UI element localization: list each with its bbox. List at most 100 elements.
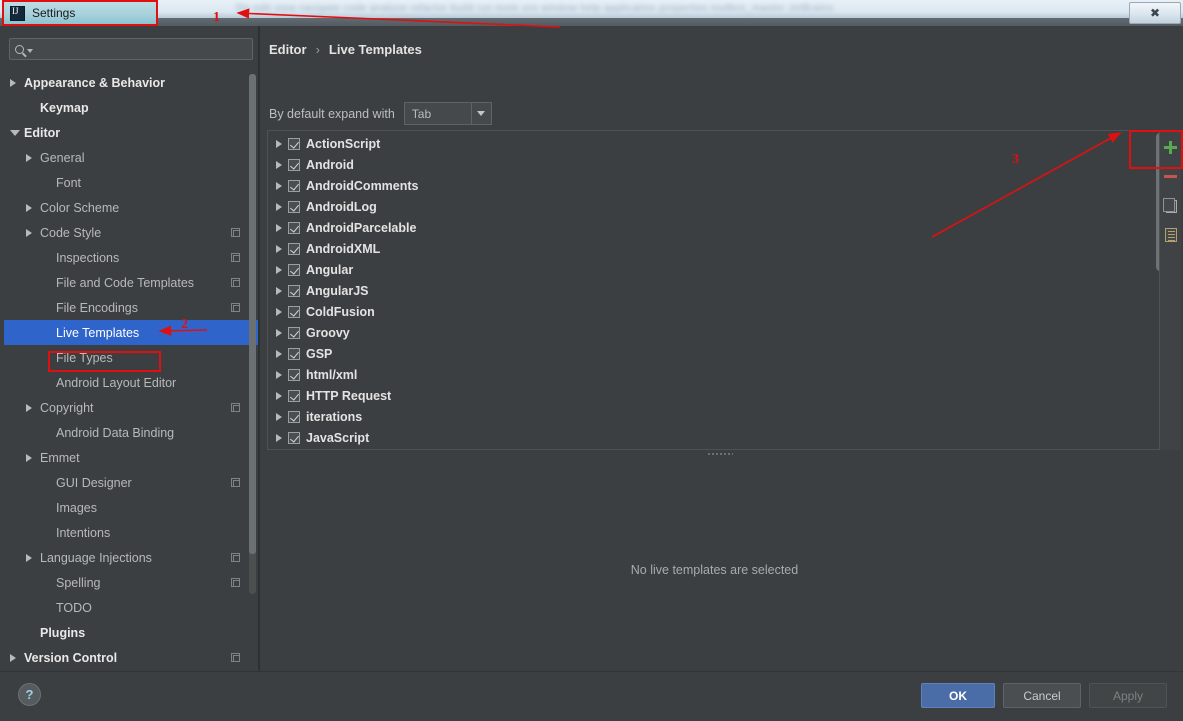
template-checkbox[interactable] bbox=[288, 242, 300, 255]
chevron-right-icon[interactable] bbox=[276, 433, 282, 442]
ok-button[interactable]: OK bbox=[921, 683, 995, 708]
sidebar-item-spelling[interactable]: Spelling bbox=[4, 570, 258, 595]
sidebar-item-version-control[interactable]: Version Control bbox=[4, 645, 258, 670]
chevron-right-icon[interactable] bbox=[276, 265, 282, 274]
sidebar-item-editor[interactable]: Editor bbox=[4, 120, 258, 145]
chevron-right-icon[interactable] bbox=[26, 153, 32, 162]
template-group-row[interactable]: AndroidXML bbox=[268, 238, 1138, 259]
breadcrumb-parent[interactable]: Editor bbox=[269, 42, 307, 57]
remove-icon[interactable] bbox=[1162, 168, 1179, 185]
template-checkbox[interactable] bbox=[288, 158, 300, 171]
chevron-right-icon[interactable] bbox=[26, 228, 32, 237]
chevron-right-icon[interactable] bbox=[276, 244, 282, 253]
project-scope-icon bbox=[231, 303, 240, 312]
template-checkbox[interactable] bbox=[288, 263, 300, 276]
help-icon[interactable]: ? bbox=[18, 683, 41, 706]
sidebar-item-emmet[interactable]: Emmet bbox=[4, 445, 258, 470]
sidebar-item-live-templates[interactable]: Live Templates bbox=[4, 320, 258, 345]
sidebar-item-appearance-behavior[interactable]: Appearance & Behavior bbox=[4, 70, 258, 95]
chevron-right-icon[interactable] bbox=[26, 553, 32, 562]
sidebar-item-label: File and Code Templates bbox=[56, 275, 195, 290]
project-scope-icon bbox=[231, 278, 240, 287]
sidebar-item-font[interactable]: Font bbox=[4, 170, 258, 195]
sidebar-item-inspections[interactable]: Inspections bbox=[4, 245, 258, 270]
breadcrumb-current: Live Templates bbox=[328, 42, 422, 57]
template-checkbox[interactable] bbox=[288, 368, 300, 381]
template-group-row[interactable]: ColdFusion bbox=[268, 301, 1138, 322]
sidebar-item-general[interactable]: General bbox=[4, 145, 258, 170]
chevron-right-icon[interactable] bbox=[276, 391, 282, 400]
template-group-row[interactable]: Android bbox=[268, 154, 1138, 175]
sidebar-item-gui-designer[interactable]: GUI Designer bbox=[4, 470, 258, 495]
sidebar-scrollbar-thumb[interactable] bbox=[249, 74, 256, 554]
chevron-down-icon[interactable] bbox=[10, 129, 20, 136]
template-checkbox[interactable] bbox=[288, 305, 300, 318]
sidebar-item-file-encodings[interactable]: File Encodings bbox=[4, 295, 258, 320]
template-checkbox[interactable] bbox=[288, 179, 300, 192]
search-input[interactable] bbox=[36, 42, 236, 56]
sidebar-item-plugins[interactable]: Plugins bbox=[4, 620, 258, 645]
template-group-row[interactable]: AndroidParcelable bbox=[268, 217, 1138, 238]
template-group-row[interactable]: AndroidLog bbox=[268, 196, 1138, 217]
chevron-right-icon[interactable] bbox=[276, 286, 282, 295]
sidebar-item-intentions[interactable]: Intentions bbox=[4, 520, 258, 545]
template-group-row[interactable]: AngularJS bbox=[268, 280, 1138, 301]
expand-with-dropdown[interactable]: Tab bbox=[403, 102, 492, 125]
sidebar-item-code-style[interactable]: Code Style bbox=[4, 220, 258, 245]
template-group-row[interactable]: JavaScript bbox=[268, 427, 1138, 448]
template-checkbox[interactable] bbox=[288, 221, 300, 234]
sidebar-item-keymap[interactable]: Keymap bbox=[4, 95, 258, 120]
chevron-right-icon[interactable] bbox=[276, 160, 282, 169]
chevron-right-icon[interactable] bbox=[276, 223, 282, 232]
add-icon[interactable] bbox=[1162, 139, 1179, 156]
sidebar-item-language-injections[interactable]: Language Injections bbox=[4, 545, 258, 570]
template-group-row[interactable]: HTTP Request bbox=[268, 385, 1138, 406]
cancel-button[interactable]: Cancel bbox=[1003, 683, 1081, 708]
template-checkbox[interactable] bbox=[288, 389, 300, 402]
chevron-right-icon[interactable] bbox=[26, 203, 32, 212]
chevron-down-icon[interactable] bbox=[470, 103, 491, 124]
window-close-button[interactable]: ✖ bbox=[1129, 2, 1181, 24]
template-checkbox[interactable] bbox=[288, 410, 300, 423]
template-checkbox[interactable] bbox=[288, 431, 300, 444]
template-checkbox[interactable] bbox=[288, 284, 300, 297]
search-field[interactable] bbox=[9, 38, 253, 60]
template-group-row[interactable]: Groovy bbox=[268, 322, 1138, 343]
chevron-right-icon[interactable] bbox=[276, 139, 282, 148]
template-group-row[interactable]: iterations bbox=[268, 406, 1138, 427]
sidebar-item-label: Appearance & Behavior bbox=[24, 75, 166, 90]
template-group-row[interactable]: ActionScript bbox=[268, 133, 1138, 154]
chevron-right-icon[interactable] bbox=[276, 307, 282, 316]
template-checkbox[interactable] bbox=[288, 326, 300, 339]
chevron-right-icon[interactable] bbox=[26, 453, 32, 462]
template-group-row[interactable]: GSP bbox=[268, 343, 1138, 364]
chevron-right-icon[interactable] bbox=[276, 349, 282, 358]
template-group-row[interactable]: Angular bbox=[268, 259, 1138, 280]
chevron-right-icon[interactable] bbox=[276, 370, 282, 379]
template-group-icon[interactable] bbox=[1162, 226, 1179, 243]
sidebar-item-copyright[interactable]: Copyright bbox=[4, 395, 258, 420]
sidebar-item-file-and-code-templates[interactable]: File and Code Templates bbox=[4, 270, 258, 295]
chevron-right-icon[interactable] bbox=[26, 403, 32, 412]
chevron-right-icon[interactable] bbox=[276, 181, 282, 190]
template-group-row[interactable]: AndroidComments bbox=[268, 175, 1138, 196]
chevron-right-icon[interactable] bbox=[10, 653, 16, 662]
chevron-right-icon[interactable] bbox=[276, 412, 282, 421]
sidebar-item-color-scheme[interactable]: Color Scheme bbox=[4, 195, 258, 220]
template-checkbox[interactable] bbox=[288, 137, 300, 150]
sidebar-item-android-data-binding[interactable]: Android Data Binding bbox=[4, 420, 258, 445]
sidebar-item-todo[interactable]: TODO bbox=[4, 595, 258, 620]
chevron-right-icon[interactable] bbox=[10, 78, 16, 87]
chevron-right-icon[interactable] bbox=[276, 328, 282, 337]
sidebar-item-images[interactable]: Images bbox=[4, 495, 258, 520]
duplicate-icon[interactable] bbox=[1162, 197, 1179, 214]
sidebar-item-android-layout-editor[interactable]: Android Layout Editor bbox=[4, 370, 258, 395]
sidebar-item-file-types[interactable]: File Types bbox=[4, 345, 258, 370]
blurred-menu-text: file edit view navigate code analyze ref… bbox=[236, 3, 834, 14]
template-checkbox[interactable] bbox=[288, 347, 300, 360]
template-group-row[interactable]: html/xml bbox=[268, 364, 1138, 385]
panel-splitter[interactable] bbox=[267, 450, 1172, 458]
chevron-right-icon[interactable] bbox=[276, 202, 282, 211]
template-checkbox[interactable] bbox=[288, 200, 300, 213]
template-group-label: Angular bbox=[306, 262, 354, 277]
